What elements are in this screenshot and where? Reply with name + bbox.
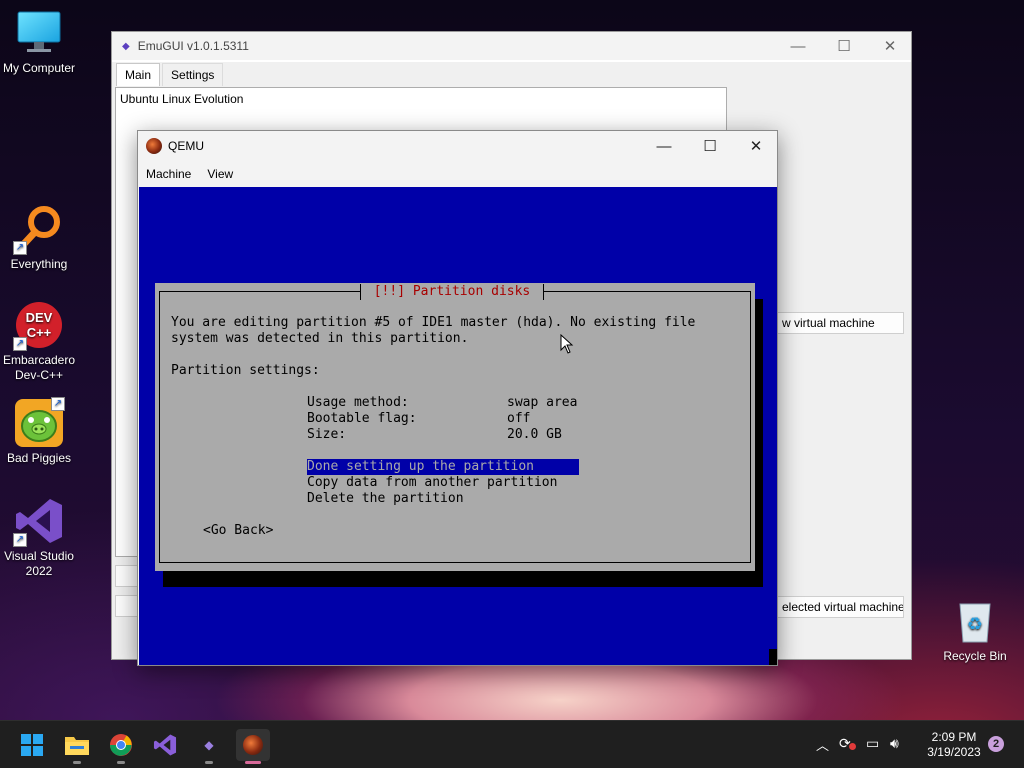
- desktop-icon-devcpp[interactable]: DEV C++ ↗ Embarcadero Dev-C++: [0, 300, 78, 383]
- visual-studio-icon: ↗: [13, 496, 64, 547]
- desktop-icon-label: Bad Piggies: [6, 451, 72, 465]
- desktop: My Computer ↗ Everything DEV C++ ↗ Embar…: [0, 0, 1024, 720]
- notification-badge[interactable]: 2: [988, 736, 1004, 752]
- qemu-icon: [243, 735, 263, 755]
- qemu-minimize-button[interactable]: —: [641, 131, 687, 161]
- vm-display[interactable]: [!!] Partition disks You are editing par…: [139, 187, 777, 665]
- magnifier-icon: ↗: [13, 204, 64, 255]
- dialog-title: [!!] Partition disks: [360, 284, 544, 300]
- running-indicator: [73, 761, 81, 764]
- shortcut-arrow-icon: ↗: [13, 533, 27, 547]
- emugui-icon: ◆: [122, 40, 130, 52]
- desktop-icon-everything[interactable]: ↗ Everything: [0, 204, 78, 272]
- active-indicator: [245, 761, 261, 764]
- start-icon: [21, 734, 43, 756]
- close-icon: ✕: [883, 38, 897, 55]
- maximize-icon: ☐: [837, 38, 851, 55]
- desktop-icon-my-computer[interactable]: My Computer: [0, 8, 78, 76]
- close-icon: ✕: [749, 138, 763, 155]
- minimize-icon: —: [790, 37, 806, 55]
- emugui-icon: ◆: [204, 738, 214, 752]
- option-copy-data[interactable]: Copy data from another partition: [307, 475, 557, 491]
- dialog-message: system was detected in this partition.: [171, 331, 469, 346]
- option-delete-partition[interactable]: Delete the partition: [307, 491, 464, 507]
- desktop-icon-visual-studio[interactable]: ↗ Visual Studio 2022: [0, 496, 78, 579]
- qemu-icon: [146, 138, 162, 154]
- system-clock[interactable]: 2:09 PM 3/19/2023: [918, 730, 990, 760]
- svg-text:C++: C++: [27, 325, 52, 340]
- start-button[interactable]: [15, 729, 49, 761]
- clock-date: 3/19/2023: [927, 745, 981, 759]
- setting-label: Size:: [307, 427, 347, 442]
- visual-studio-icon: [153, 734, 177, 756]
- minimize-button[interactable]: —: [775, 32, 821, 60]
- maximize-button[interactable]: ☐: [821, 32, 867, 60]
- desktop-icon-label: Visual Studio 2022: [4, 549, 74, 578]
- list-action-button[interactable]: [115, 595, 139, 617]
- chrome-icon: [110, 734, 132, 756]
- shortcut-arrow-icon: ↗: [13, 337, 27, 351]
- setting-value: off: [507, 411, 531, 426]
- new-vm-button[interactable]: w virtual machine: [775, 312, 904, 334]
- pig-icon: ↗: [14, 397, 65, 448]
- desktop-icon-label: Recycle Bin: [943, 649, 1007, 663]
- qemu-maximize-button[interactable]: ☐: [687, 131, 733, 161]
- vm-list-item[interactable]: Ubuntu Linux Evolution: [116, 88, 726, 110]
- running-indicator: [205, 761, 213, 764]
- taskbar: ◆ ︿ ⟳ ▭ 🔊︎ 2:09 PM 3/19/2023: [0, 720, 1024, 768]
- taskbar-file-explorer[interactable]: [60, 729, 94, 764]
- svg-text:♻: ♻: [967, 614, 983, 635]
- qemu-title: QEMU: [168, 139, 204, 153]
- taskbar-qemu[interactable]: [236, 729, 270, 764]
- setting-label: Bootable flag:: [307, 411, 417, 426]
- menu-view[interactable]: View: [207, 167, 233, 181]
- qemu-close-button[interactable]: ✕: [733, 131, 779, 161]
- chevron-up-icon: ︿: [816, 738, 830, 753]
- desktop-icon-label: My Computer: [2, 61, 76, 75]
- setting-value: swap area: [507, 395, 578, 410]
- partition-dialog: [!!] Partition disks You are editing par…: [155, 283, 755, 571]
- list-action-button[interactable]: [115, 565, 139, 587]
- show-hidden-icons-button[interactable]: ︿: [816, 735, 829, 754]
- shortcut-arrow-icon: ↗: [13, 241, 27, 255]
- taskbar-chrome[interactable]: [104, 729, 138, 764]
- tab-main[interactable]: Main: [116, 63, 161, 86]
- file-explorer-icon: [65, 737, 89, 755]
- emugui-tabbar: Main Settings: [112, 62, 911, 86]
- svg-text:DEV: DEV: [26, 310, 53, 325]
- qemu-menubar: Machine View: [138, 161, 777, 187]
- dialog-message: You are editing partition #5 of IDE1 mas…: [171, 315, 696, 330]
- sync-status-icon[interactable]: ⟳: [839, 735, 856, 752]
- resize-grip[interactable]: [769, 649, 777, 665]
- desktop-icon-label: Everything: [10, 257, 68, 271]
- close-button[interactable]: ✕: [867, 32, 913, 60]
- desktop-icon-recycle-bin[interactable]: ♻ Recycle Bin: [936, 596, 1014, 664]
- network-icon[interactable]: ▭: [866, 735, 879, 752]
- volume-icon[interactable]: 🔊︎: [890, 735, 899, 752]
- emugui-title: EmuGUI v1.0.1.5311: [137, 39, 249, 53]
- taskbar-visual-studio[interactable]: [148, 729, 182, 761]
- recycle-bin-icon: ♻: [950, 596, 1000, 646]
- desktop-icon-label: Embarcadero Dev-C++: [2, 353, 76, 382]
- monitor-icon: [14, 8, 64, 58]
- tab-settings[interactable]: Settings: [162, 63, 224, 86]
- clock-time: 2:09 PM: [931, 730, 977, 744]
- shortcut-arrow-icon: ↗: [51, 397, 65, 411]
- option-done-setting-up[interactable]: Done setting up the partition: [307, 459, 579, 475]
- error-badge: [849, 743, 856, 750]
- setting-label: Usage method:: [307, 395, 409, 410]
- maximize-icon: ☐: [703, 138, 717, 155]
- qemu-window[interactable]: QEMU — ☐ ✕ Machine View [!!] Partition d…: [137, 130, 778, 666]
- taskbar-emugui[interactable]: ◆: [192, 729, 226, 764]
- minimize-icon: —: [656, 137, 672, 155]
- setting-value: 20.0 GB: [507, 427, 562, 442]
- settings-header: Partition settings:: [171, 363, 320, 378]
- running-indicator: [117, 761, 125, 764]
- go-back-button[interactable]: <Go Back>: [203, 523, 273, 539]
- mouse-cursor-icon: [560, 333, 574, 357]
- desktop-icon-bad-piggies[interactable]: ↗ Bad Piggies: [0, 397, 78, 466]
- delete-vm-button[interactable]: elected virtual machine: [775, 596, 904, 618]
- menu-machine[interactable]: Machine: [146, 167, 191, 181]
- devcpp-icon: DEV C++ ↗: [13, 300, 64, 351]
